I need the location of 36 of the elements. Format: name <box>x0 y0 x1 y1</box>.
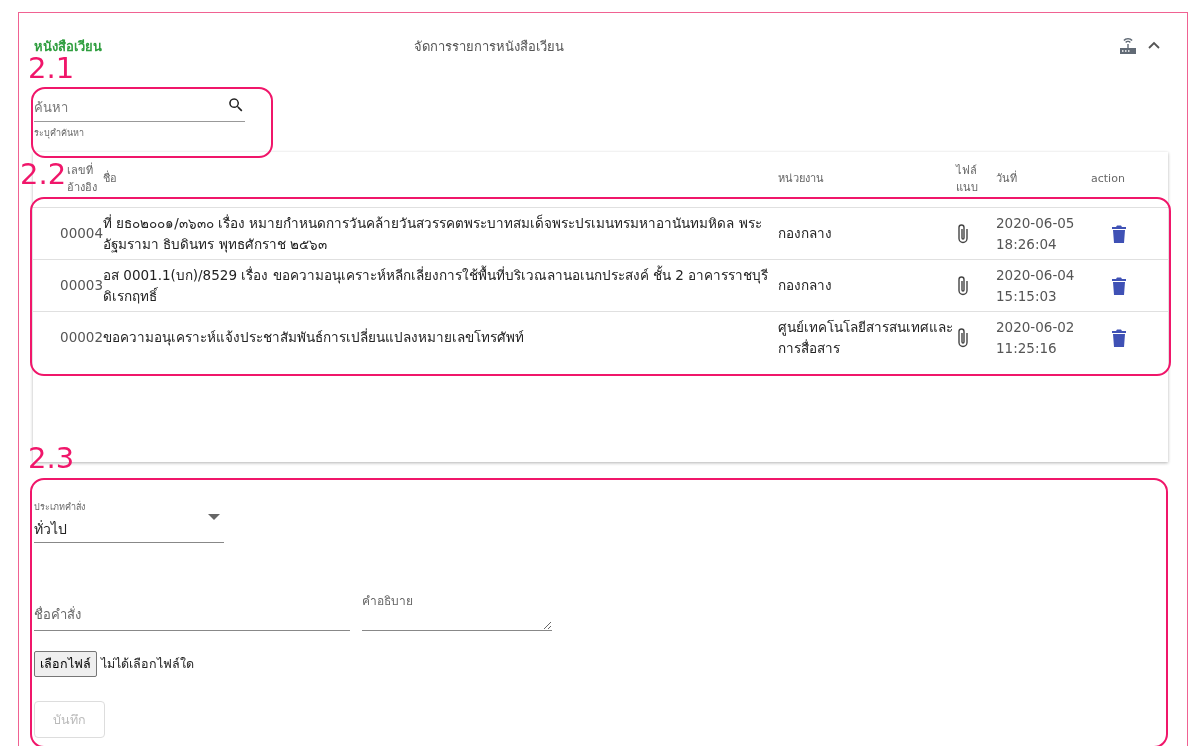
annotation-label: 2.3 <box>28 444 75 473</box>
panel-subtitle: จัดการรายการหนังสือเวียน <box>414 37 565 56</box>
table-cell-text: 2020-06-04 15:15:03 <box>996 266 1075 306</box>
table-cell-text: 2020-06-02 11:25:16 <box>996 318 1075 358</box>
table-cell: ขอความอนุเคราะห์แจ้งประชาสัมพันธ์การเปลี่ยนแปลงหมายเลขโทรศัพท์ <box>103 327 524 348</box>
table-cell-text: กองกลาง <box>778 276 832 296</box>
table-cell-text: ที่ ยธ๐๒๐๐๑/๓๖๓๐ เรื่อง หมายกำหนดการวันคล้ายวันสวรรคตพระบาทสมเด็จพระปรเมนทรมหาอานันทมหิดล พระอัฐมรามา ธิบดินทร พุทธศักราช ๒๕๖๓ <box>103 213 763 254</box>
paperclip-icon[interactable] <box>956 274 970 297</box>
paperclip-icon[interactable] <box>956 326 970 349</box>
choose-file-button[interactable]: เลือกไฟล์ <box>34 651 97 677</box>
table-cell-text: 2020-06-05 18:26:04 <box>996 214 1075 254</box>
column-header: เลขที่อ้างอิง <box>67 163 98 196</box>
annotation-label: 2.2 <box>20 160 67 189</box>
table-cell-text: 00004 <box>60 224 103 244</box>
table-cell-text: ศูนย์เทคโนโลยีสารสนเทศและการสื่อสาร <box>778 318 954 358</box>
table-cell-text: กองกลาง <box>778 224 832 244</box>
table-cell-text: 00003 <box>60 276 103 296</box>
description-label: คำอธิบาย <box>362 593 413 610</box>
annotation-label: 2.1 <box>28 54 75 83</box>
caret-icon[interactable] <box>208 514 220 521</box>
delete-button[interactable] <box>1111 275 1127 296</box>
table-cell-text: 00002 <box>60 329 103 348</box>
table-cell-text: อส 0001.1(บก)/8529 เรื่อง ขอความอนุเคราะห์หลีกเลี่ยงการใช้พื้นที่บริเวณลานอเนกประสงค์ ชั้น 2 อาคารราชบุรีดิเรกฤทธิ์ <box>103 265 769 306</box>
column-header: ไฟล์แนบ <box>956 163 979 196</box>
command-type-select[interactable]: ประเภทคำสั่ง ทั่วไป <box>34 500 224 543</box>
search-helper-text: ระบุคำค้นหา <box>34 127 85 140</box>
column-header: ชื่อ <box>103 171 117 188</box>
delete-button[interactable] <box>1111 327 1127 348</box>
delete-button[interactable] <box>1111 223 1127 244</box>
paperclip-icon[interactable] <box>956 222 970 245</box>
file-status-text: ไม่ได้เลือกไฟล์ใด <box>101 655 194 673</box>
search-icon[interactable] <box>227 96 245 114</box>
column-header: หน่วยงาน <box>778 171 824 188</box>
column-header: วันที่ <box>996 171 1017 188</box>
column-header: action <box>1091 171 1125 188</box>
panel-title: หนังสือเวียน <box>34 37 103 56</box>
